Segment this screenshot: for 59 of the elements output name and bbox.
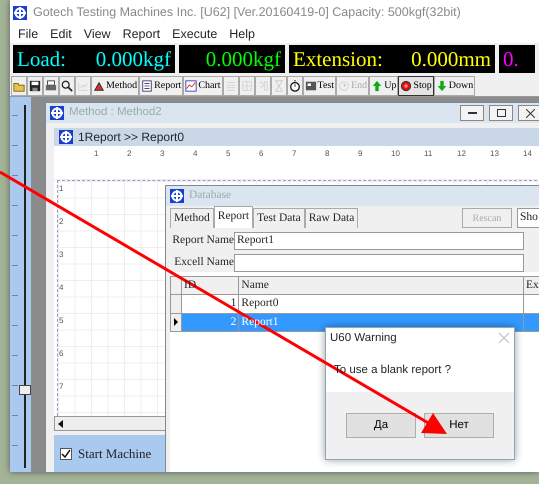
table-cell: 1 xyxy=(230,297,236,310)
ruler-number: 5 xyxy=(59,315,64,327)
ruler-number: 7 xyxy=(292,148,296,160)
tab[interactable]: Raw Data xyxy=(304,208,358,228)
ruler-number: 13 xyxy=(490,148,499,160)
toolbar-button[interactable]: Chart xyxy=(183,76,223,96)
menu-item[interactable]: Help xyxy=(229,24,255,44)
ruler-number: 3 xyxy=(160,148,164,160)
ruler-number: 6 xyxy=(259,148,264,160)
readout-label: Extension: xyxy=(293,48,383,70)
field-label: Report Name xyxy=(171,233,234,248)
menu-item[interactable]: View xyxy=(84,24,111,44)
toolbar-button[interactable]: Stop xyxy=(398,76,434,96)
ruler-number: 2 xyxy=(59,216,64,228)
window-title: Gotech Testing Machines Inc. [U62] [Ver.20160419-0] Capacity: 500kgf(32bit) xyxy=(33,4,461,22)
toolbar-button[interactable]: Down xyxy=(434,76,476,96)
tab[interactable]: Test Data xyxy=(253,208,305,228)
ruler-number: 1 xyxy=(94,148,98,160)
ruler-number: 10 xyxy=(391,148,400,160)
ruler-number: 1 xyxy=(59,183,64,195)
dialog-button[interactable]: Да xyxy=(346,413,416,438)
ruler-number: 8 xyxy=(325,148,330,160)
dropdown-field[interactable]: Sho xyxy=(517,208,539,228)
tab[interactable]: Method xyxy=(170,208,214,228)
ruler-number: 14 xyxy=(523,148,532,160)
readout-value: 0.000kgf xyxy=(96,48,171,70)
text-field[interactable]: Report1 xyxy=(234,232,524,250)
ruler-number: 5 xyxy=(226,148,230,160)
field-label: Excell Name xyxy=(173,255,234,270)
ruler-number: 2 xyxy=(127,148,132,160)
readout-value: 0.000mm xyxy=(411,48,491,70)
toolbar-button[interactable]: Up xyxy=(369,76,398,96)
table-cell: Report0 xyxy=(241,297,278,310)
menu-item[interactable]: Edit xyxy=(50,24,72,44)
window-title: Method : Method2 xyxy=(69,105,163,120)
menu-item[interactable]: Execute xyxy=(172,24,218,44)
readout-value: 0.000kgf xyxy=(206,48,281,70)
ruler-number: 12 xyxy=(457,148,466,160)
toolbar-button[interactable]: Method xyxy=(91,76,140,96)
table-cell: 2 xyxy=(230,316,236,328)
ruler-number: 4 xyxy=(193,148,198,160)
ruler-number: 9 xyxy=(358,148,362,160)
toolbar-button[interactable]: Report xyxy=(139,76,184,96)
dialog-title: U60 Warning xyxy=(330,331,397,346)
menu-item[interactable]: Report xyxy=(122,24,160,44)
ruler-number: 6 xyxy=(59,348,64,360)
ruler-number: 11 xyxy=(424,148,432,160)
tab[interactable]: Report xyxy=(214,206,254,228)
toolbar-button[interactable]: Test xyxy=(302,76,336,96)
readout-label: Load: xyxy=(17,48,66,70)
readout-value: 0. xyxy=(503,48,519,70)
report-path: 1Report >> Report0 xyxy=(78,129,184,146)
menu-item[interactable]: File xyxy=(18,24,38,44)
ruler-number: 4 xyxy=(59,282,64,294)
checkbox-label: Start Machine xyxy=(78,445,152,464)
column-header[interactable]: Name xyxy=(241,279,269,291)
ruler-number: 3 xyxy=(59,249,64,261)
window-title: Database xyxy=(189,188,232,204)
ruler-number: 7 xyxy=(59,381,64,393)
